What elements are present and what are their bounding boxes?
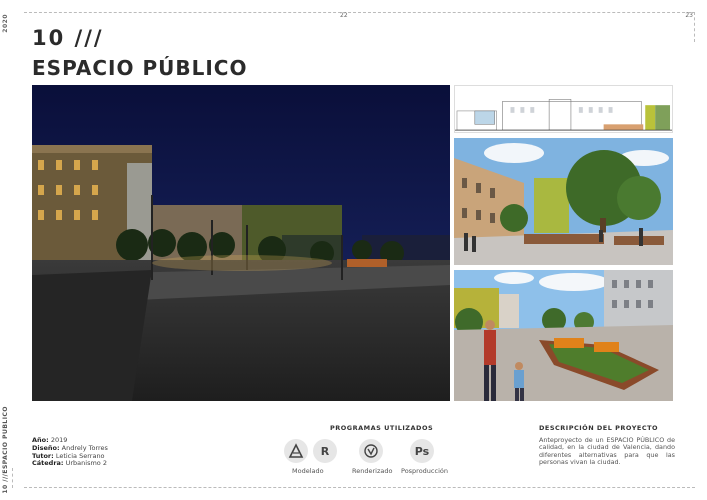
top-dashed-border [24, 12, 695, 13]
page-number-right: 23 [685, 12, 693, 19]
left-corner-mark [12, 468, 23, 488]
label-modelado: Modelado [292, 467, 324, 475]
elevation-drawing [454, 85, 673, 133]
side-year: 2020 [2, 14, 9, 33]
revit-icon: R [313, 439, 337, 463]
side-section-label: 10 ///ESPACIO PÚBLICO [2, 406, 9, 494]
page-number-left: 22 [340, 12, 348, 19]
bottom-dashed-border [24, 487, 695, 488]
photoshop-icon: Ps [410, 439, 434, 463]
day-render-plaza-image [454, 138, 673, 265]
label-posproduccion: Posproducción [401, 467, 448, 475]
night-render-image [32, 85, 450, 401]
page-title: ESPACIO PÚBLICO [32, 56, 248, 80]
section-number: 10 /// [32, 26, 104, 50]
description-text: Anteproyecto de un ESPACIO PÚBLICO de ca… [539, 436, 675, 467]
project-credits: Año: 2019 Diseño: Andrely Torres Tutor: … [32, 436, 108, 468]
vray-icon [359, 439, 383, 463]
description-title: DESCRIPCIÓN DEL PROYECTO [539, 424, 659, 432]
label-renderizado: Renderizado [352, 467, 393, 475]
credit-chair: Cátedra: Urbanismo 2 [32, 459, 107, 468]
autocad-icon [284, 439, 308, 463]
day-render-benches-image [454, 270, 673, 401]
programs-title: PROGRAMAS UTILIZADOS [330, 424, 434, 432]
